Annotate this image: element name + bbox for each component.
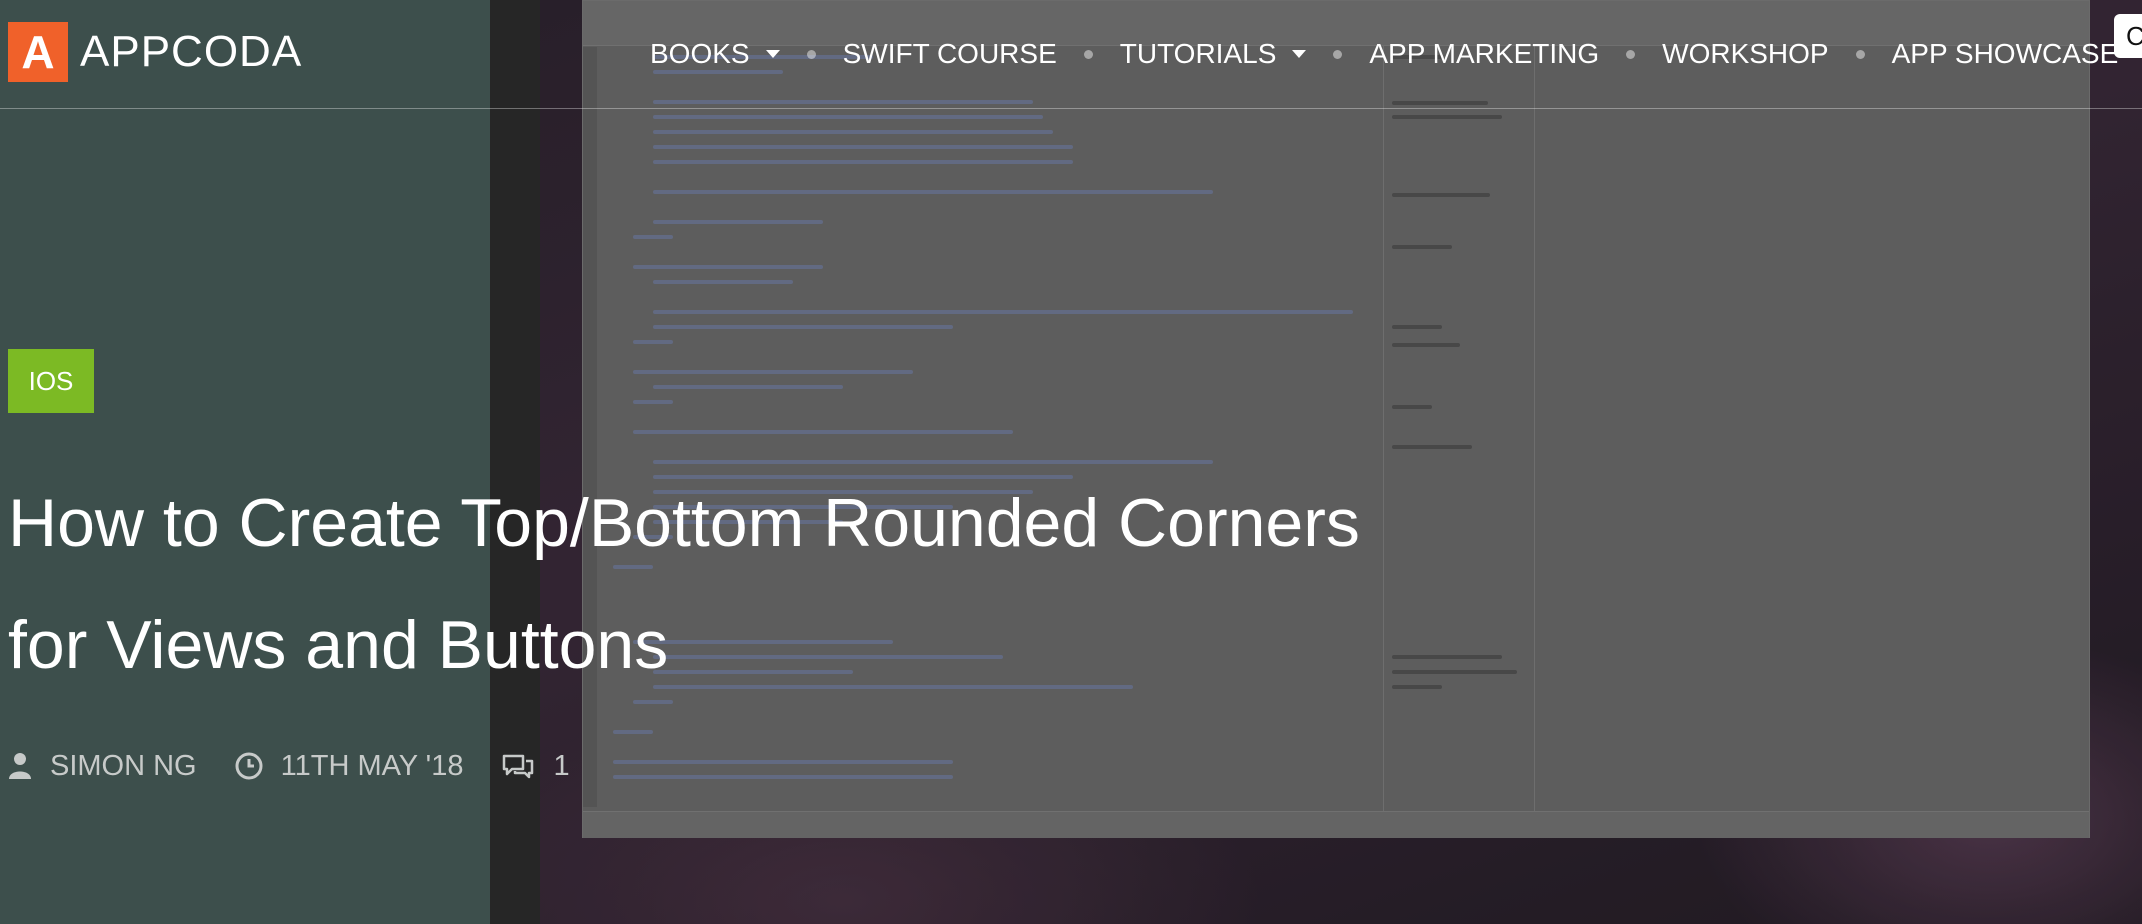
nav-separator-dot (1626, 49, 1636, 59)
post-title-line-2: for Views and Buttons (8, 607, 669, 683)
search-input[interactable]: C (2114, 14, 2142, 58)
nav-separator-dot (806, 49, 816, 59)
post-title-line-1: How to Create Top/Bottom Rounded Corners (8, 485, 1360, 561)
caret-down-icon (1292, 50, 1307, 58)
nav-item-app-marketing[interactable]: APP MARKETING (1369, 38, 1599, 70)
author-name: SIMON NG (50, 749, 197, 782)
post-date: 11TH MAY '18 (235, 749, 464, 783)
nav-label-app-marketing: APP MARKETING (1369, 38, 1600, 69)
logo-mark: A (8, 22, 68, 82)
post-meta: SIMON NG 11TH MAY '18 1 (8, 746, 608, 786)
nav-item-app-showcase[interactable]: APP SHOWCASE (1892, 38, 2119, 70)
nav-separator-dot (1855, 49, 1865, 59)
nav-label-tutorials: TUTORIALS (1119, 38, 1277, 69)
user-icon (8, 752, 32, 780)
clock-icon (235, 752, 263, 780)
nav-item-tutorials[interactable]: TUTORIALS (1120, 38, 1307, 70)
main-nav: BOOKS SWIFT COURSE TUTORIALS APP MARKETI… (650, 34, 2118, 74)
site-logo[interactable]: A APPCODA (8, 22, 302, 82)
nav-label-workshop: WORKSHOP (1662, 38, 1829, 69)
post-date-text: 11TH MAY '18 (280, 749, 464, 782)
post-title: How to Create Top/Bottom Rounded Corners… (8, 462, 1648, 706)
nav-label-swift-course: SWIFT COURSE (842, 38, 1057, 69)
post-comments[interactable]: 1 (501, 749, 570, 783)
nav-label-books: BOOKS (650, 38, 750, 69)
nav-label-app-showcase: APP SHOWCASE (1891, 38, 2119, 69)
nav-item-books[interactable]: BOOKS (650, 38, 780, 70)
logo-text: APPCODA (80, 27, 303, 76)
nav-item-swift-course[interactable]: SWIFT COURSE (843, 38, 1057, 70)
nav-separator-dot (1083, 49, 1093, 59)
comments-icon (501, 752, 535, 780)
nav-item-workshop[interactable]: WORKSHOP (1662, 38, 1828, 70)
post-author[interactable]: SIMON NG (8, 750, 197, 783)
caret-down-icon (765, 50, 780, 58)
site-header: A APPCODA BOOKS SWIFT COURSE TUTORIALS A… (0, 0, 2142, 109)
category-badge[interactable]: IOS (8, 349, 94, 413)
nav-separator-dot (1333, 49, 1343, 59)
comment-count: 1 (553, 749, 570, 782)
